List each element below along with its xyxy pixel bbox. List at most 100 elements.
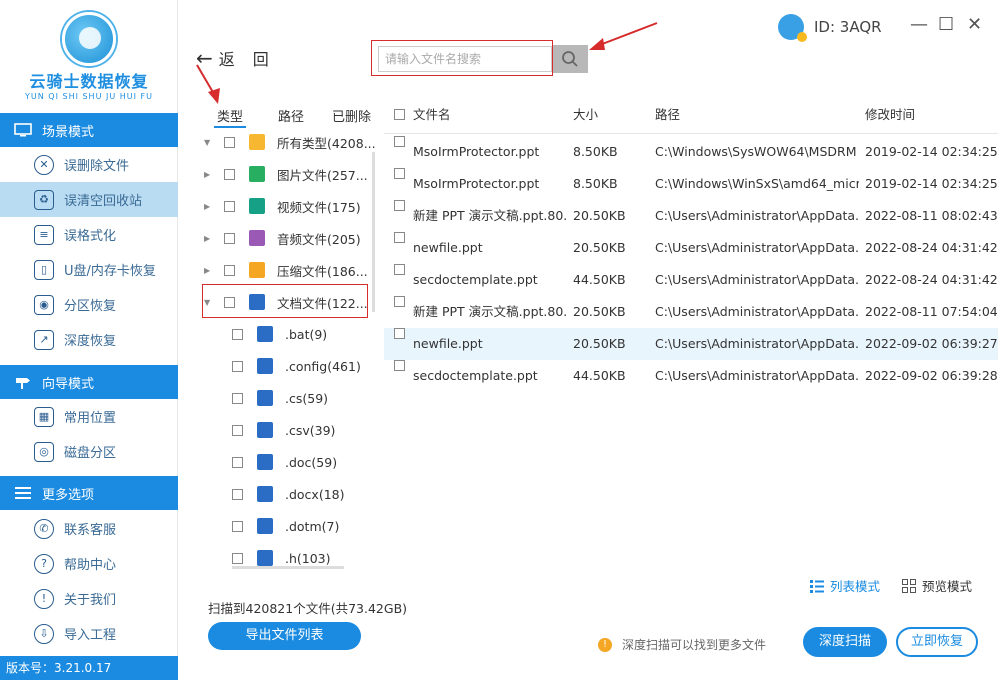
- checkbox[interactable]: [224, 264, 235, 276]
- table-row[interactable]: 新建 PPT 演示文稿.ppt.80... 20.50KB C:\Users\A…: [384, 296, 998, 328]
- checkbox[interactable]: [232, 424, 243, 436]
- sidebar-item-format[interactable]: ≡ 误格式化: [0, 217, 178, 252]
- doc-file-icon: [257, 550, 273, 566]
- table-row[interactable]: secdoctemplate.ppt 44.50KB C:\Users\Admi…: [384, 264, 998, 296]
- tree-row-cs[interactable]: .cs(59): [232, 386, 328, 410]
- minimize-button[interactable]: —: [910, 14, 928, 35]
- row-checkbox[interactable]: [394, 136, 405, 147]
- export-file-list-button[interactable]: 导出文件列表: [208, 622, 361, 650]
- menu-icon: [15, 487, 31, 499]
- checkbox[interactable]: [232, 488, 243, 500]
- row-checkbox[interactable]: [394, 296, 405, 307]
- caret-right-icon[interactable]: ▶: [204, 266, 214, 275]
- table-row[interactable]: newfile.ppt 20.50KB C:\Users\Administrat…: [384, 232, 998, 264]
- doc-file-icon: [257, 358, 273, 374]
- active-tab-indicator: [214, 126, 246, 128]
- caret-right-icon[interactable]: ▶: [204, 202, 214, 211]
- folder-icon: [249, 134, 265, 150]
- checkbox[interactable]: [232, 456, 243, 468]
- checkbox[interactable]: [224, 200, 235, 212]
- row-checkbox[interactable]: [394, 264, 405, 275]
- app-logo: 云骑士数据恢复 YUN QI SHI SHU JU HUI FU: [0, 0, 178, 112]
- tree-row-audio[interactable]: ▶ 音频文件(205): [204, 226, 361, 250]
- caret-right-icon[interactable]: ▶: [204, 234, 214, 243]
- tree-row-dotm[interactable]: .dotm(7): [232, 514, 339, 538]
- audio-icon: [249, 230, 265, 246]
- tree-row-all-types[interactable]: ▼ 所有类型(4208...: [204, 130, 376, 154]
- tab-path[interactable]: 路径: [278, 106, 304, 125]
- table-row[interactable]: MsoIrmProtector.ppt 8.50KB C:\Windows\Wi…: [384, 168, 998, 200]
- checkbox[interactable]: [232, 520, 243, 532]
- tab-type[interactable]: 类型: [217, 106, 243, 125]
- view-mode-switch: 列表模式 预览模式: [810, 576, 972, 595]
- checkbox[interactable]: [224, 232, 235, 244]
- row-checkbox[interactable]: [394, 200, 405, 211]
- support-icon: ✆: [34, 518, 54, 539]
- checkbox[interactable]: [224, 168, 235, 180]
- maximize-button[interactable]: ☐: [938, 14, 954, 35]
- select-all-checkbox[interactable]: [394, 109, 405, 120]
- search-button[interactable]: [552, 45, 588, 73]
- close-button[interactable]: ✕: [967, 14, 982, 35]
- annotation-documents-row: [202, 284, 368, 318]
- tree-horizontal-scrollbar[interactable]: [232, 566, 344, 569]
- tree-row-images[interactable]: ▶ 图片文件(257...: [204, 162, 368, 186]
- column-path[interactable]: 路径: [655, 96, 680, 134]
- sidebar-item-deleted-files[interactable]: ✕ 误删除文件: [0, 147, 178, 182]
- doc-file-icon: [257, 422, 273, 438]
- tab-deleted[interactable]: 已删除: [332, 106, 371, 125]
- sidebar-item-common-location[interactable]: ▦ 常用位置: [0, 399, 178, 434]
- tree-row-videos[interactable]: ▶ 视频文件(175): [204, 194, 361, 218]
- table-row-selected[interactable]: newfile.ppt 20.50KB C:\Users\Administrat…: [384, 328, 998, 360]
- recover-now-button[interactable]: 立即恢复: [896, 627, 978, 657]
- caret-right-icon[interactable]: ▶: [204, 170, 214, 179]
- list-mode-button[interactable]: 列表模式: [810, 576, 880, 595]
- sidebar-item-recycle-bin[interactable]: ♻ 误清空回收站: [0, 182, 178, 217]
- checkbox[interactable]: [232, 552, 243, 564]
- tree-tabs: 类型 路径 已删除: [202, 106, 382, 126]
- sidebar-item-about[interactable]: ! 关于我们: [0, 581, 178, 616]
- tree-row-bat[interactable]: .bat(9): [232, 322, 327, 346]
- row-checkbox[interactable]: [394, 360, 405, 371]
- sidebar-item-deep-recovery[interactable]: ↗ 深度恢复: [0, 322, 178, 357]
- column-modified[interactable]: 修改时间: [865, 96, 915, 134]
- checkbox[interactable]: [232, 392, 243, 404]
- row-checkbox[interactable]: [394, 328, 405, 339]
- sidebar-item-disk-partition[interactable]: ◎ 磁盘分区: [0, 434, 178, 469]
- warning-icon: !: [598, 637, 612, 652]
- tree-row-docx[interactable]: .docx(18): [232, 482, 345, 506]
- table-row[interactable]: MsoIrmProtector.ppt 8.50KB C:\Windows\Sy…: [384, 136, 998, 168]
- annotation-search-box: [371, 40, 553, 76]
- checkbox[interactable]: [232, 360, 243, 372]
- sidebar-item-help[interactable]: ? 帮助中心: [0, 546, 178, 581]
- tree-row-archives[interactable]: ▶ 压缩文件(186...: [204, 258, 368, 282]
- checkbox[interactable]: [224, 136, 235, 148]
- deep-recovery-icon: ↗: [34, 329, 54, 350]
- sidebar: 云骑士数据恢复 YUN QI SHI SHU JU HUI FU 场景模式 ✕ 误…: [0, 0, 178, 680]
- tree-vertical-scrollbar[interactable]: [372, 152, 375, 312]
- column-size[interactable]: 大小: [573, 96, 598, 134]
- sidebar-item-usb[interactable]: ▯ U盘/内存卡恢复: [0, 252, 178, 287]
- caret-down-icon[interactable]: ▼: [204, 138, 214, 147]
- checkbox[interactable]: [232, 328, 243, 340]
- annotation-arrow-search: [589, 22, 658, 50]
- table-row[interactable]: secdoctemplate.ppt 44.50KB C:\Users\Admi…: [384, 360, 998, 392]
- tree-row-csv[interactable]: .csv(39): [232, 418, 335, 442]
- image-icon: [249, 166, 265, 182]
- info-icon: !: [34, 588, 54, 609]
- user-info[interactable]: ID: 3AQR: [778, 14, 882, 42]
- preview-mode-button[interactable]: 预览模式: [902, 576, 972, 595]
- sidebar-item-support[interactable]: ✆ 联系客服: [0, 511, 178, 546]
- sidebar-item-partition[interactable]: ◉ 分区恢复: [0, 287, 178, 322]
- table-row[interactable]: 新建 PPT 演示文稿.ppt.80... 20.50KB C:\Users\A…: [384, 200, 998, 232]
- deep-scan-button[interactable]: 深度扫描: [803, 627, 887, 657]
- column-name[interactable]: 文件名: [413, 96, 451, 134]
- section-scene-mode: 场景模式: [0, 113, 178, 147]
- tree-row-config[interactable]: .config(461): [232, 354, 361, 378]
- monitor-icon: [14, 123, 32, 137]
- row-checkbox[interactable]: [394, 168, 405, 179]
- sidebar-item-import[interactable]: ⇩ 导入工程: [0, 616, 178, 651]
- scan-result-info: 扫描到420821个文件(共73.42GB): [208, 601, 408, 616]
- tree-row-doc[interactable]: .doc(59): [232, 450, 337, 474]
- row-checkbox[interactable]: [394, 232, 405, 243]
